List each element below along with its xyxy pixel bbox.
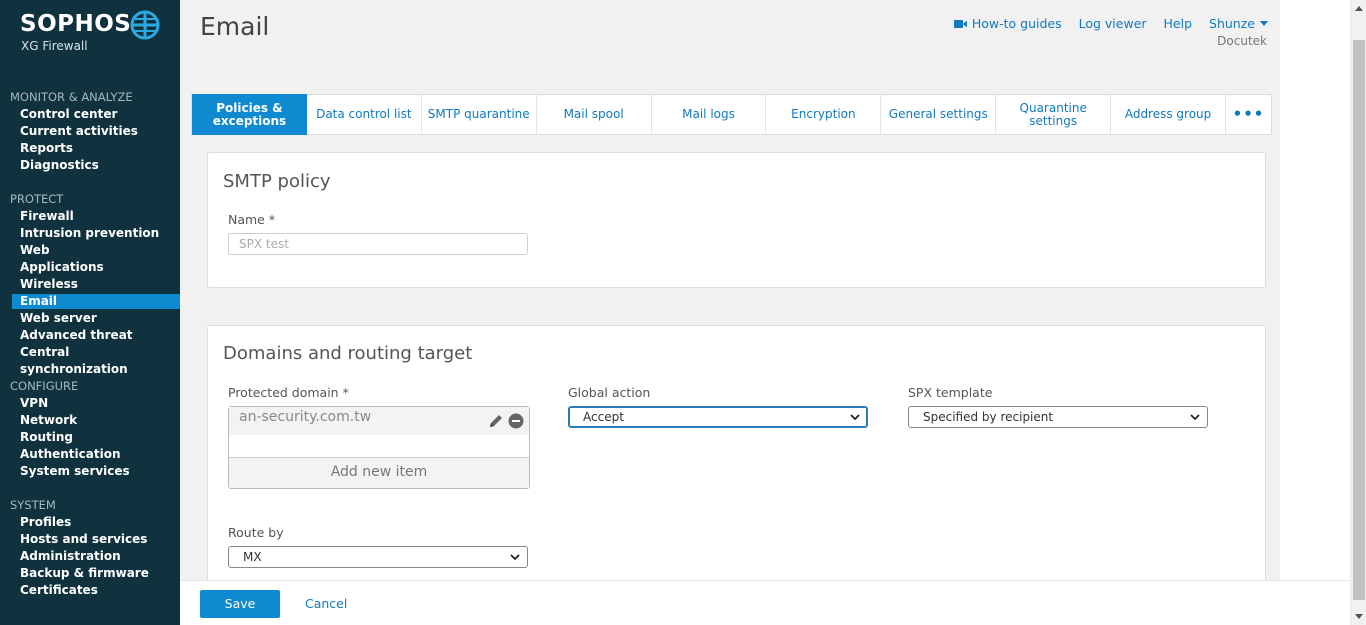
spx-template-label: SPX template — [908, 385, 993, 400]
domains-routing-title: Domains and routing target — [223, 343, 473, 364]
nav-item-current-activities[interactable]: Current activities — [0, 123, 180, 140]
nav-item-profiles[interactable]: Profiles — [0, 514, 180, 531]
nav-item-certificates[interactable]: Certificates — [0, 582, 180, 599]
save-button[interactable]: Save — [200, 590, 280, 618]
user-menu[interactable]: Shunze — [1209, 16, 1268, 31]
spx-template-select[interactable]: Specified by recipient — [908, 406, 1208, 428]
brand-name: SOPHOS — [20, 11, 132, 37]
nav-item-wireless[interactable]: Wireless — [0, 276, 180, 293]
sidebar: SOPHOS XG Firewall MONITOR & ANALYZE Con… — [0, 0, 180, 625]
nav-item-intrusion-prevention[interactable]: Intrusion prevention — [0, 225, 180, 242]
list-item: an-security.com.tw — [229, 407, 529, 435]
chevron-down-icon — [850, 414, 860, 421]
nav-heading: PROTECT — [10, 192, 64, 206]
tab-label: Quarantine settings — [1019, 100, 1087, 128]
right-gutter — [1280, 0, 1350, 625]
nav-item-web[interactable]: Web — [0, 242, 180, 259]
tab-general-settings[interactable]: General settings — [881, 95, 997, 134]
cancel-button[interactable]: Cancel — [305, 590, 347, 618]
domains-routing-card: Domains and routing target Protected dom… — [207, 325, 1266, 605]
more-tabs-button[interactable]: ••• — [1226, 95, 1271, 134]
tab-quarantine-settings[interactable]: Quarantine settings — [996, 95, 1112, 134]
nav-heading: SYSTEM — [10, 498, 56, 512]
protected-domain-list: an-security.com.tw Add new item — [228, 406, 530, 489]
nav-item-hosts-and-services[interactable]: Hosts and services — [0, 531, 180, 548]
nav-item-network[interactable]: Network — [0, 412, 180, 429]
user-name: Shunze — [1209, 16, 1255, 31]
tab-policies-exceptions[interactable]: Policies & exceptions — [192, 94, 307, 135]
nav-item-vpn[interactable]: VPN — [0, 395, 180, 412]
pencil-icon[interactable] — [488, 413, 504, 429]
protected-domain-label: Protected domain * — [228, 385, 349, 400]
nav-item-firewall[interactable]: Firewall — [0, 208, 180, 225]
nav-item-reports[interactable]: Reports — [0, 140, 180, 157]
nav-item-authentication[interactable]: Authentication — [0, 446, 180, 463]
log-viewer-link[interactable]: Log viewer — [1079, 16, 1147, 31]
nav-heading: CONFIGURE — [10, 379, 79, 393]
global-action-select[interactable]: Accept — [568, 406, 868, 428]
tab-bar: Policies & exceptions Data control list S… — [191, 94, 1272, 135]
caret-down-icon — [1260, 21, 1268, 26]
nav-heading: MONITOR & ANALYZE — [10, 90, 133, 104]
nav-item-email[interactable]: Email — [12, 294, 180, 309]
remove-icon[interactable] — [508, 413, 524, 429]
tab-mail-spool[interactable]: Mail spool — [537, 95, 652, 134]
user-org: Docutek — [1217, 34, 1267, 48]
scroll-down-icon[interactable] — [1355, 614, 1363, 619]
top-links: How-to guides Log viewer Help Shunze — [953, 16, 1268, 31]
nav-item-central-synchronization[interactable]: Central synchronization — [0, 344, 180, 376]
nav-section-system: SYSTEM Profiles Hosts and services Admin… — [0, 497, 180, 599]
footer-bar: Save Cancel — [180, 580, 1350, 625]
tab-smtp-quarantine[interactable]: SMTP quarantine — [422, 95, 537, 134]
tab-label: Policies & exceptions — [212, 100, 287, 128]
scroll-thumb[interactable] — [1353, 40, 1365, 600]
howto-guides-link[interactable]: How-to guides — [953, 16, 1062, 31]
tab-encryption[interactable]: Encryption — [766, 95, 882, 134]
sophos-logo: SOPHOS XG Firewall — [20, 10, 160, 53]
name-label: Name * — [228, 212, 276, 227]
nav-item-system-services[interactable]: System services — [0, 463, 180, 480]
nav-item-diagnostics[interactable]: Diagnostics — [0, 157, 180, 174]
route-by-label: Route by — [228, 525, 284, 540]
help-link[interactable]: Help — [1164, 16, 1193, 31]
page-title: Email — [200, 12, 270, 41]
howto-guides-label: How-to guides — [971, 16, 1062, 31]
domain-value: an-security.com.tw — [239, 409, 372, 425]
nav-item-applications[interactable]: Applications — [0, 259, 180, 276]
product-name: XG Firewall — [21, 39, 88, 53]
chevron-down-icon — [510, 554, 520, 561]
video-camera-icon — [953, 19, 967, 28]
name-input[interactable]: SPX test — [228, 233, 528, 255]
smtp-policy-card: SMTP policy Name * SPX test — [207, 152, 1266, 288]
tab-mail-logs[interactable]: Mail logs — [652, 95, 767, 134]
global-action-value: Accept — [583, 410, 624, 424]
globe-icon — [130, 10, 160, 40]
route-by-select[interactable]: MX — [228, 546, 528, 568]
nav-item-control-center[interactable]: Control center — [0, 106, 180, 123]
main-content: Email How-to guides Log viewer Help Shun… — [180, 0, 1280, 625]
nav-item-administration[interactable]: Administration — [0, 548, 180, 565]
nav-item-backup-firmware[interactable]: Backup & firmware — [0, 565, 180, 582]
nav-section-monitor: MONITOR & ANALYZE Control center Current… — [0, 89, 180, 174]
nav-item-web-server[interactable]: Web server — [0, 310, 180, 327]
nav-item-advanced-threat[interactable]: Advanced threat — [0, 327, 180, 344]
scroll-up-icon[interactable] — [1355, 6, 1363, 11]
nav-section-configure: CONFIGURE VPN Network Routing Authentica… — [0, 378, 180, 480]
chevron-down-icon — [1190, 414, 1200, 421]
global-action-label: Global action — [568, 385, 651, 400]
add-new-item-button[interactable]: Add new item — [229, 457, 529, 488]
tab-data-control-list[interactable]: Data control list — [307, 95, 422, 134]
nav-item-routing[interactable]: Routing — [0, 429, 180, 446]
list-item-actions — [488, 413, 524, 429]
smtp-policy-title: SMTP policy — [223, 171, 331, 192]
tab-address-group[interactable]: Address group — [1111, 95, 1227, 134]
route-by-value: MX — [243, 550, 262, 564]
vertical-scrollbar[interactable] — [1350, 0, 1366, 625]
spx-template-value: Specified by recipient — [923, 410, 1054, 424]
nav-section-protect: PROTECT Firewall Intrusion prevention We… — [0, 191, 180, 376]
